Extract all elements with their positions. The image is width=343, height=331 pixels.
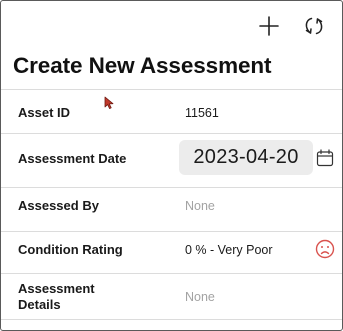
condition-rating-row[interactable]: Condition Rating 0 % - Very Poor bbox=[1, 231, 342, 274]
asset-id-label: Asset ID bbox=[18, 105, 71, 120]
plus-icon bbox=[259, 16, 279, 36]
mouse-cursor-icon bbox=[104, 96, 114, 109]
row-divider bbox=[1, 319, 342, 320]
assessed-by-field[interactable]: None bbox=[185, 199, 215, 213]
window-frame: Create New Assessment Asset ID 11561 Ass… bbox=[0, 0, 343, 331]
asset-id-row: Asset ID 11561 bbox=[1, 89, 342, 134]
row-divider bbox=[1, 89, 342, 90]
add-button[interactable] bbox=[254, 11, 284, 41]
condition-rating-value[interactable]: 0 % - Very Poor bbox=[185, 243, 273, 257]
assessment-date-picker[interactable]: 2023-04-20 bbox=[179, 140, 313, 175]
assessment-date-label: Assessment Date bbox=[18, 151, 127, 166]
assessment-details-label-line1: Assessment bbox=[18, 281, 95, 296]
assessed-by-row[interactable]: Assessed By None bbox=[1, 187, 342, 232]
toolbar bbox=[1, 1, 342, 51]
page-title: Create New Assessment bbox=[13, 53, 272, 78]
assessment-details-label-line2: Details bbox=[18, 297, 61, 312]
sad-face-icon bbox=[315, 239, 335, 259]
calendar-icon[interactable] bbox=[316, 149, 334, 167]
asset-id-value: 11561 bbox=[185, 106, 219, 120]
assessed-by-label: Assessed By bbox=[18, 198, 99, 213]
refresh-button[interactable] bbox=[299, 11, 329, 41]
condition-rating-label: Condition Rating bbox=[18, 242, 123, 257]
assessment-details-field[interactable]: None bbox=[185, 290, 215, 304]
refresh-icon bbox=[305, 17, 323, 35]
assessment-details-row[interactable]: Assessment Details None bbox=[1, 273, 342, 330]
